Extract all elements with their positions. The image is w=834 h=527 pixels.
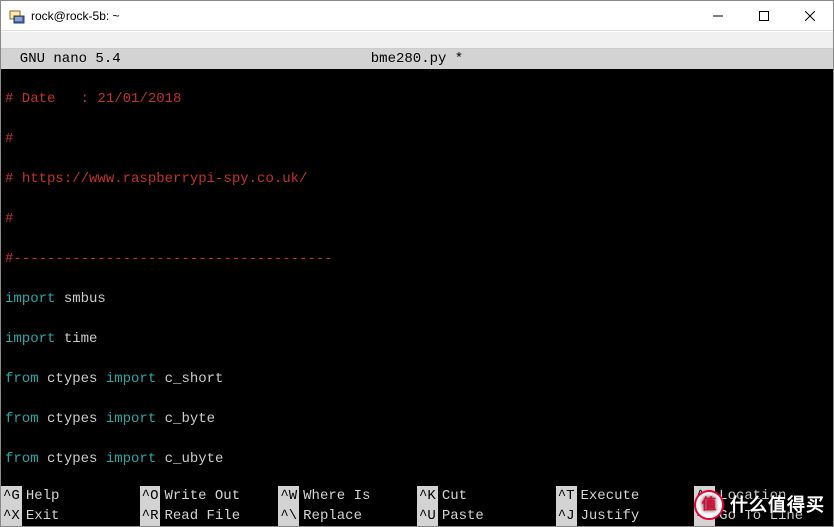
window-title: rock@rock-5b: ~: [31, 9, 695, 23]
code-line: #--------------------------------------: [5, 249, 829, 269]
watermark-badge-icon: 值: [694, 490, 724, 520]
code-line: from ctypes import c_ubyte: [5, 449, 829, 469]
menubar[interactable]: [1, 31, 833, 49]
code-line: #: [5, 209, 829, 229]
help-item[interactable]: ^KCut: [417, 486, 556, 506]
help-item[interactable]: ^TExecute: [556, 486, 695, 506]
code-line: #: [5, 129, 829, 149]
maximize-icon: [759, 11, 769, 21]
code-line: from ctypes import c_short: [5, 369, 829, 389]
watermark: 值 什么值得买: [694, 490, 825, 520]
code-line: # Date : 21/01/2018: [5, 89, 829, 109]
help-item[interactable]: ^\Replace: [278, 506, 417, 526]
minimize-icon: [713, 11, 723, 21]
nano-filename: bme280.py *: [163, 49, 671, 69]
app-window: rock@rock-5b: ~ GNU nano 5.4 bme280.py *…: [0, 0, 834, 527]
help-item[interactable]: ^OWrite Out: [140, 486, 279, 506]
code-line: import smbus: [5, 289, 829, 309]
help-item[interactable]: ^JJustify: [556, 506, 695, 526]
window-buttons: [695, 1, 833, 30]
help-item[interactable]: ^RRead File: [140, 506, 279, 526]
minimize-button[interactable]: [695, 1, 741, 30]
nano-appname: GNU nano 5.4: [3, 49, 163, 69]
code-line: import time: [5, 329, 829, 349]
close-icon: [805, 11, 815, 21]
titlebar[interactable]: rock@rock-5b: ~: [1, 1, 833, 31]
watermark-text: 什么值得买: [730, 495, 825, 515]
help-item[interactable]: ^XExit: [1, 506, 140, 526]
nano-statusbar: GNU nano 5.4 bme280.py *: [1, 49, 833, 69]
help-item[interactable]: ^WWhere Is: [278, 486, 417, 506]
putty-icon: [9, 8, 25, 24]
close-button[interactable]: [787, 1, 833, 30]
terminal[interactable]: GNU nano 5.4 bme280.py * # Date : 21/01/…: [1, 49, 833, 526]
editor-content[interactable]: # Date : 21/01/2018 # # https://www.rasp…: [1, 69, 833, 526]
code-line: # https://www.raspberrypi-spy.co.uk/: [5, 169, 829, 189]
help-item[interactable]: ^UPaste: [417, 506, 556, 526]
code-line: from ctypes import c_byte: [5, 409, 829, 429]
maximize-button[interactable]: [741, 1, 787, 30]
help-item[interactable]: ^GHelp: [1, 486, 140, 506]
